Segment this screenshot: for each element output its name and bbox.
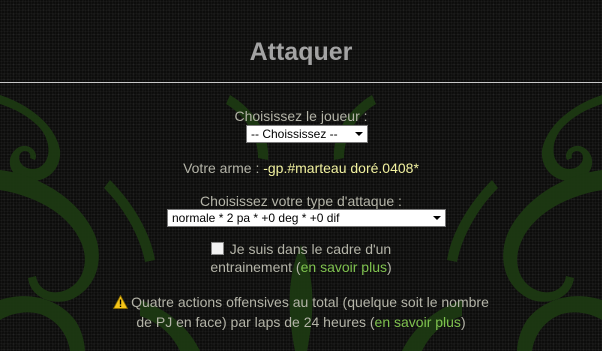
weapon-line: Votre arme : -gp.#marteau doré.0408* — [0, 160, 602, 176]
warning-line2: de PJ en face) par laps de 24 heures ( — [136, 314, 375, 330]
training-text-suffix: ) — [387, 259, 392, 275]
title-divider — [0, 82, 602, 83]
player-label: Choisissez le joueur : — [234, 108, 368, 124]
weapon-value: -gp.#marteau doré.0408* — [263, 160, 419, 176]
page-title: Attaquer — [249, 38, 353, 66]
chevron-down-icon — [433, 216, 441, 220]
player-select[interactable]: -- Choississez -- — [246, 125, 368, 143]
warning-suffix: ) — [460, 314, 466, 330]
warning-icon — [112, 294, 129, 313]
player-select-value: -- Choississez -- — [251, 127, 338, 141]
attack-type-select[interactable]: normale * 2 pa * +0 deg * +0 dif — [167, 209, 446, 227]
weapon-label: Votre arme : — [183, 160, 260, 176]
chevron-down-icon — [355, 132, 363, 136]
training-text-line2: entrainement ( — [210, 259, 301, 275]
warning-learn-more-link[interactable]: en savoir plus — [375, 314, 461, 330]
warning-line1: Quatre actions offensives au total (quel… — [131, 294, 489, 310]
training-text-line1: Je suis dans le cadre d'un — [229, 241, 392, 257]
training-learn-more-link[interactable]: en savoir plus — [301, 259, 387, 275]
attack-type-select-value: normale * 2 pa * +0 deg * +0 dif — [172, 211, 340, 225]
training-checkbox[interactable] — [210, 242, 224, 255]
attack-page: Attaquer Choisissez le joueur : -- Chois… — [0, 0, 602, 351]
warning-notice: Quatre actions offensives au total (quel… — [0, 293, 602, 331]
training-option: Je suis dans le cadre d'un entrainement … — [0, 240, 602, 276]
attack-type-label: Choisissez votre type d'attaque : — [200, 193, 402, 209]
